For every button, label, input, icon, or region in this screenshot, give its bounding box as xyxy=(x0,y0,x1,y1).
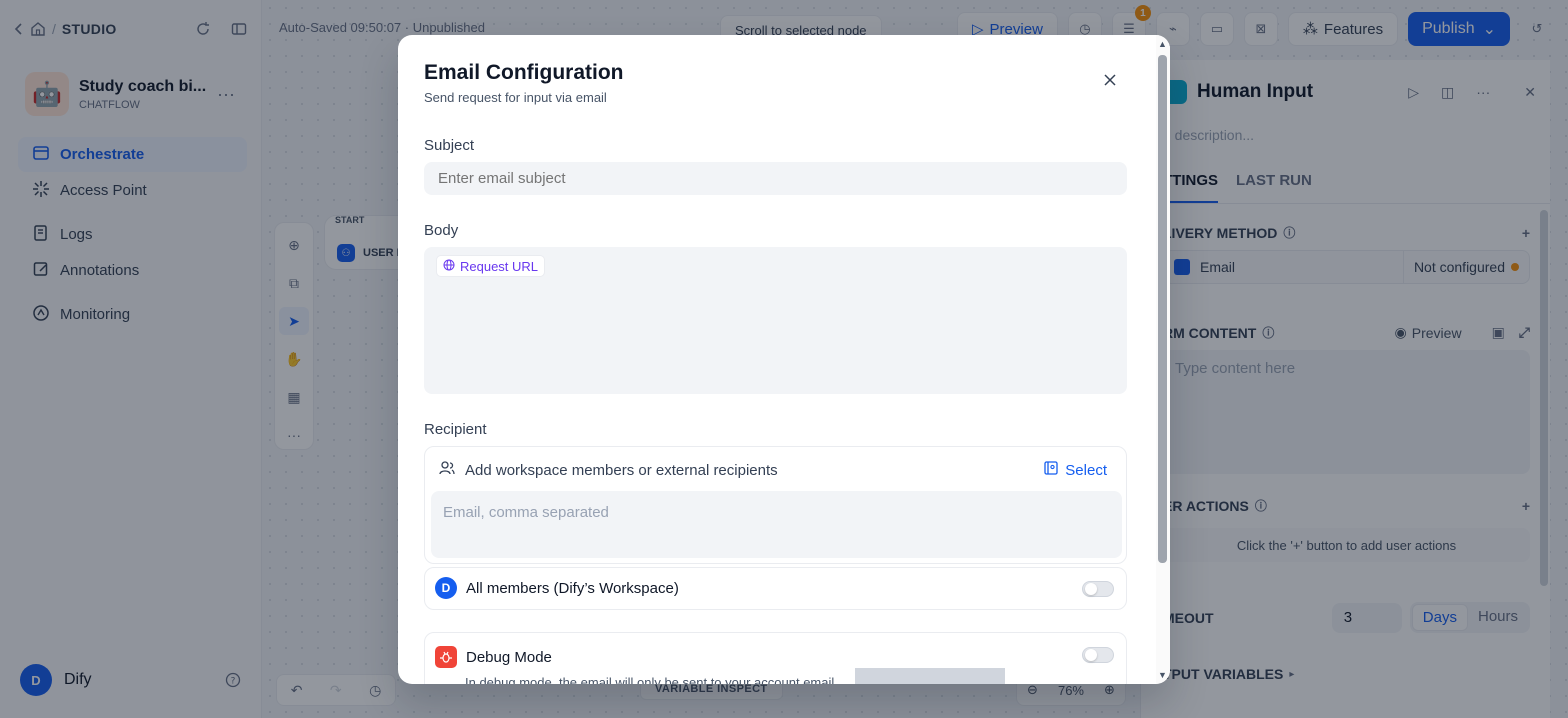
debug-mode-label: Debug Mode xyxy=(466,648,552,666)
debug-mode-row: Debug Mode In debug mode, the email will… xyxy=(424,632,1127,684)
request-url-label: Request URL xyxy=(460,258,539,274)
recipient-add-text: Add workspace members or external recipi… xyxy=(465,461,778,479)
scroll-up-icon[interactable]: ▲ xyxy=(1158,39,1167,49)
all-members-label: All members (Dify’s Workspace) xyxy=(466,579,679,597)
debug-mode-toggle[interactable] xyxy=(1082,647,1114,663)
email-config-modal: Email Configuration Send request for inp… xyxy=(398,35,1170,684)
close-icon[interactable] xyxy=(1098,68,1122,92)
workspace-avatar: D xyxy=(435,577,457,599)
all-members-toggle[interactable] xyxy=(1082,581,1114,597)
users-icon xyxy=(439,460,455,480)
recipient-box: Add workspace members or external recipi… xyxy=(424,446,1127,564)
modal-subtitle: Send request for input via email xyxy=(424,90,607,105)
email-recipients-input[interactable]: Email, comma separated xyxy=(431,491,1122,558)
recipient-header: Add workspace members or external recipi… xyxy=(439,460,778,480)
body-editor[interactable]: Request URL xyxy=(424,247,1127,394)
subject-label: Subject xyxy=(424,137,475,154)
redacted-region xyxy=(855,668,1005,684)
subject-input[interactable] xyxy=(424,162,1127,195)
recipient-label: Recipient xyxy=(424,421,487,438)
debug-mode-description: In debug mode, the email will only be se… xyxy=(465,675,835,684)
globe-icon xyxy=(443,259,455,274)
all-members-row: D All members (Dify’s Workspace) xyxy=(424,567,1127,610)
modal-scrollbar-thumb[interactable] xyxy=(1158,55,1167,563)
select-button[interactable]: Select xyxy=(1043,460,1107,480)
contacts-icon xyxy=(1043,460,1059,480)
select-label: Select xyxy=(1065,461,1107,479)
scroll-down-icon[interactable]: ▼ xyxy=(1158,670,1167,680)
modal-scrollbar[interactable]: ▲ ▼ xyxy=(1156,35,1170,684)
modal-title: Email Configuration xyxy=(424,61,624,84)
request-url-chip[interactable]: Request URL xyxy=(436,255,546,277)
bug-icon xyxy=(435,646,457,668)
body-label: Body xyxy=(424,222,459,239)
